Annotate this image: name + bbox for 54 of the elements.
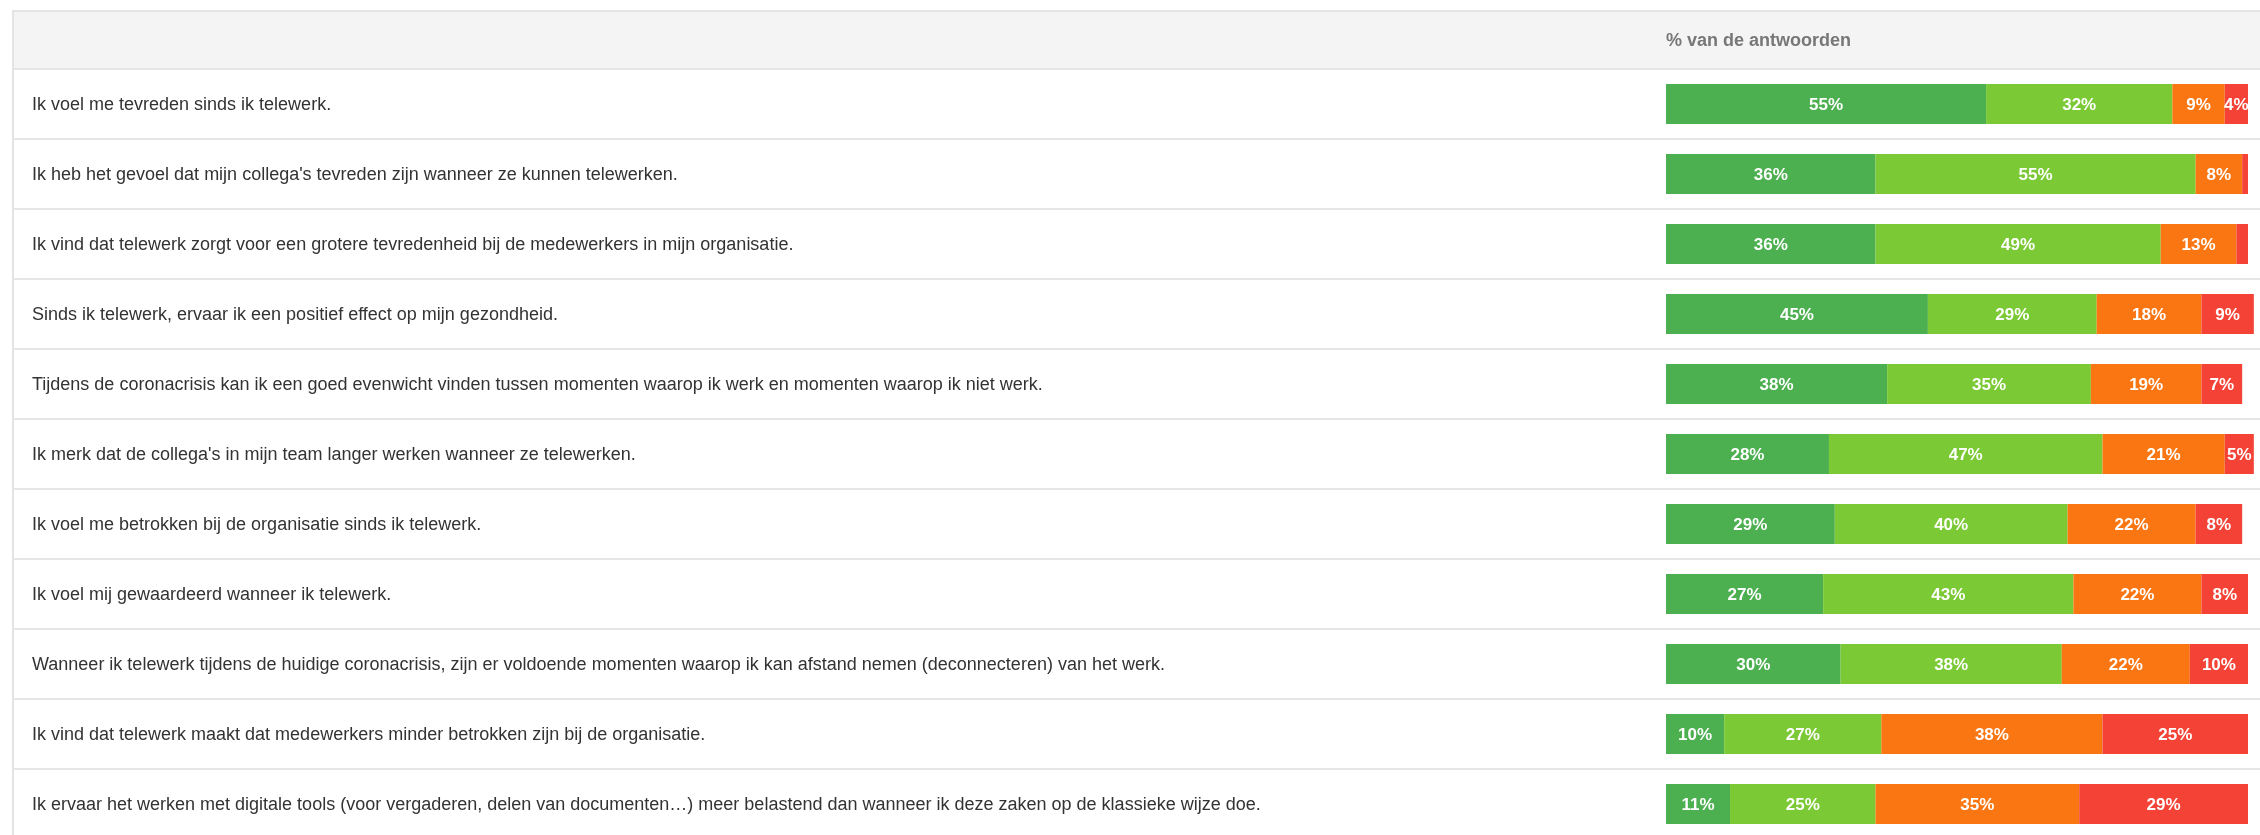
data-label: 35% <box>1972 375 2007 394</box>
data-label: 49% <box>2001 235 2036 254</box>
data-label: 22% <box>2108 655 2143 674</box>
data-label: 5% <box>2227 445 2252 464</box>
data-label: 55% <box>2018 165 2053 184</box>
data-label: 10% <box>2201 655 2236 674</box>
statement-text: Ik ervaar het werken met digitale tools (voor vergaderen, delen van documenten…) meer belastend dan wanneer ik deze zaken op de klassieke wijze doe. <box>32 793 1261 814</box>
statement-text: Ik voel me betrokken bij de organisatie sinds ik telewerk. <box>32 513 482 534</box>
data-label: 9% <box>2186 95 2211 114</box>
data-label: 21% <box>2146 445 2181 464</box>
data-label: 13% <box>2181 235 2216 254</box>
data-label: 29% <box>2146 795 2181 814</box>
data-label: 28% <box>1730 445 1765 464</box>
data-label: 29% <box>1733 515 1768 534</box>
data-label: 38% <box>1934 655 1969 674</box>
data-label: 9% <box>2215 305 2240 324</box>
statement-text: Sinds ik telewerk, ervaar ik een positief effect op mijn gezondheid. <box>32 303 558 324</box>
data-label: 19% <box>2129 375 2164 394</box>
data-label: 7% <box>2209 375 2235 394</box>
data-label: 45% <box>1779 305 1814 324</box>
data-label: 25% <box>2158 725 2193 744</box>
data-label: 29% <box>1995 305 2030 324</box>
data-label: 55% <box>1809 95 1844 114</box>
data-label: 8% <box>2212 585 2237 604</box>
data-label: 27% <box>1785 725 1820 744</box>
statement-text: Ik merk dat de collega's in mijn team langer werken wanneer ze telewerken. <box>32 443 636 464</box>
data-label: 36% <box>1753 165 1788 184</box>
data-label: 22% <box>2120 585 2155 604</box>
data-label: 30% <box>1736 655 1771 674</box>
data-label: 32% <box>2062 95 2097 114</box>
data-label: 8% <box>2206 165 2232 184</box>
data-label: 43% <box>1931 585 1966 604</box>
data-label: 18% <box>2132 305 2167 324</box>
statement-text: Wanneer ik telewerk tijdens de huidige coronacrisis, zijn er voldoende momenten waarop ik kan afstand nemen (deconnecteren) van het werk. <box>32 653 1165 674</box>
data-label: 11% <box>1681 795 1715 814</box>
statement-text: Ik heb het gevoel dat mijn collega's tevreden zijn wanneer ze kunnen telewerken. <box>32 163 678 184</box>
data-label: 38% <box>1974 725 2009 744</box>
data-label: 38% <box>1759 375 1794 394</box>
column-header: % van de antwoorden <box>1666 29 1852 51</box>
data-label: 35% <box>1960 795 1995 814</box>
statement-text: Ik vind dat telewerk zorgt voor een grotere tevredenheid bij de medewerkers in mijn organisatie. <box>32 233 794 254</box>
statement-text: Tijdens de coronacrisis kan ik een goed evenwicht vinden tussen momenten waarop ik werk en momenten waarop ik niet werk. <box>32 373 1043 394</box>
data-label: 47% <box>1948 445 1983 464</box>
data-label: 27% <box>1727 585 1762 604</box>
statement-text: Ik vind dat telewerk maakt dat medewerkers minder betrokken zijn bij de organisatie. <box>32 723 706 744</box>
data-label: 22% <box>2114 515 2149 534</box>
data-label: 25% <box>1785 795 1820 814</box>
statement-text: Ik voel mij gewaardeerd wanneer ik telewerk. <box>32 583 392 604</box>
data-label: 8% <box>2206 515 2232 534</box>
statement-text: Ik voel me tevreden sinds ik telewerk. <box>32 93 332 114</box>
data-label: 4% <box>2224 95 2249 114</box>
data-label: 10% <box>1678 725 1713 744</box>
data-label: 40% <box>1934 515 1969 534</box>
data-label: 36% <box>1753 235 1788 254</box>
